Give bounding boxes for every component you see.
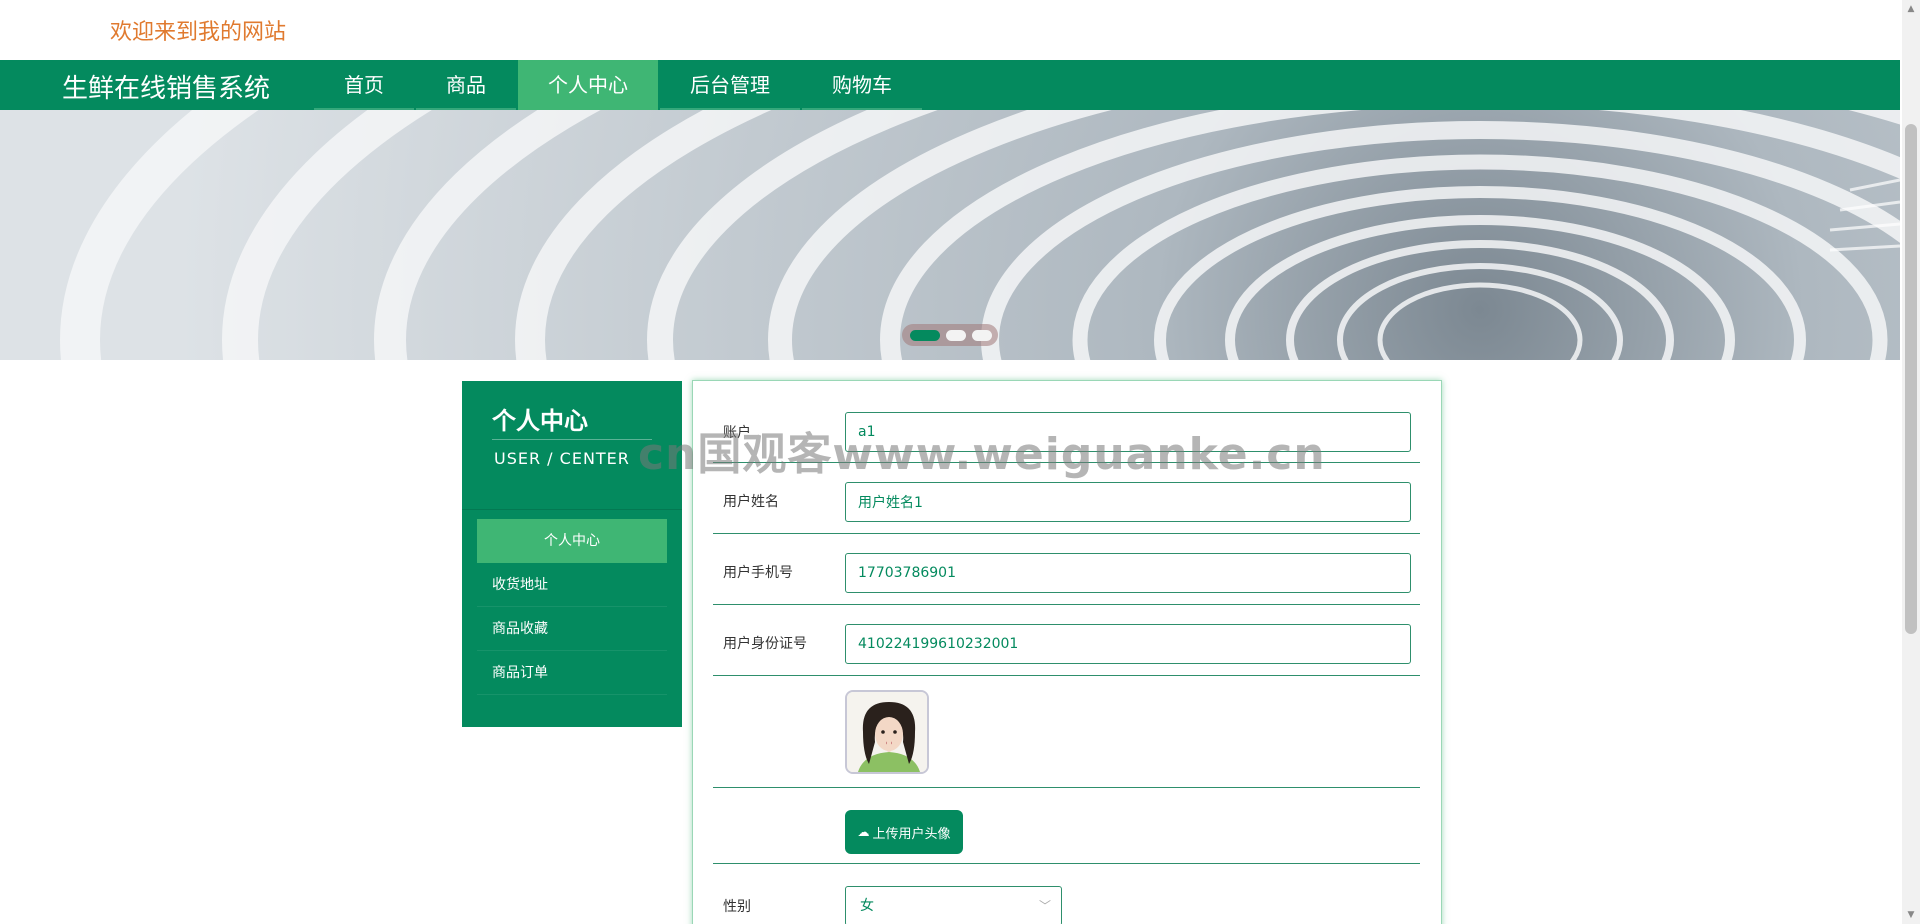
form-row-gender: 性别 女 ﹀ — [713, 864, 1420, 924]
banner-carousel — [0, 110, 1900, 360]
sidebar-item-orders[interactable]: 商品订单 — [477, 651, 667, 695]
name-input[interactable] — [845, 482, 1411, 522]
nav-item-admin[interactable]: 后台管理 — [660, 60, 800, 110]
phone-input[interactable] — [845, 553, 1411, 593]
user-avatar — [845, 690, 929, 774]
sidebar-title: 个人中心 — [492, 407, 588, 435]
nav-item-cart[interactable]: 购物车 — [802, 60, 922, 110]
sidebar-item-user-center[interactable]: 个人中心 — [477, 519, 667, 563]
sidebar-item-favorites[interactable]: 商品收藏 — [477, 607, 667, 651]
chevron-down-icon: ﹀ — [1038, 899, 1051, 913]
form-row-idcard: 用户身份证号 — [713, 605, 1420, 676]
site-title: 生鲜在线销售系统 — [62, 74, 271, 104]
gender-select[interactable]: 女 ﹀ — [845, 886, 1062, 924]
carousel-dot-2[interactable] — [946, 329, 966, 341]
scrollbar-thumb[interactable] — [1905, 124, 1917, 634]
main-nav: 生鲜在线销售系统 首页 商品 个人中心 后台管理 购物车 — [0, 60, 1900, 110]
carousel-dot-3[interactable] — [972, 329, 992, 341]
sidebar-menu: 个人中心 收货地址 商品收藏 商品订单 — [477, 519, 667, 695]
nav-item-user-center[interactable]: 个人中心 — [518, 60, 658, 110]
user-info-form: 账户 用户姓名 用户手机号 用户身份证号 ☁ 上传 — [692, 380, 1442, 924]
idcard-label: 用户身份证号 — [723, 636, 807, 652]
nav-items: 首页 商品 个人中心 后台管理 购物车 — [314, 60, 924, 110]
sidebar-divider — [462, 509, 682, 510]
scroll-up-icon[interactable]: ▲ — [1902, 0, 1920, 18]
form-row-phone: 用户手机号 — [713, 534, 1420, 605]
phone-label: 用户手机号 — [723, 565, 793, 581]
page-scrollbar[interactable]: ▲ ▼ — [1902, 0, 1920, 924]
user-center-sidebar: 个人中心 USER / CENTER 个人中心 收货地址 商品收藏 商品订单 — [462, 381, 682, 727]
name-label: 用户姓名 — [723, 494, 779, 510]
account-label: 账户 — [723, 425, 751, 441]
sidebar-subtitle: USER / CENTER — [494, 449, 630, 468]
upload-avatar-button[interactable]: ☁ 上传用户头像 — [845, 810, 963, 854]
banner-image — [0, 110, 1900, 360]
form-row-avatar — [713, 676, 1420, 788]
gender-label: 性别 — [723, 899, 751, 915]
cloud-upload-icon: ☁ — [857, 825, 870, 839]
form-row-name: 用户姓名 — [713, 463, 1420, 534]
nav-item-products[interactable]: 商品 — [416, 60, 516, 110]
carousel-dot-1[interactable] — [910, 329, 940, 341]
welcome-bar: 欢迎来到我的网站 — [0, 0, 1900, 60]
nav-item-home[interactable]: 首页 — [314, 60, 414, 110]
account-input[interactable] — [845, 412, 1411, 452]
scroll-down-icon[interactable]: ▼ — [1902, 906, 1920, 924]
form-row-upload: ☁ 上传用户头像 — [713, 788, 1420, 864]
idcard-input[interactable] — [845, 624, 1411, 664]
upload-avatar-label: 上传用户头像 — [872, 826, 951, 842]
sidebar-title-divider — [492, 439, 652, 440]
form-row-account: 账户 — [713, 381, 1420, 463]
welcome-text: 欢迎来到我的网站 — [110, 20, 287, 45]
sidebar-item-address[interactable]: 收货地址 — [477, 563, 667, 607]
carousel-indicators — [902, 324, 998, 346]
gender-selected-value: 女 — [860, 898, 874, 914]
